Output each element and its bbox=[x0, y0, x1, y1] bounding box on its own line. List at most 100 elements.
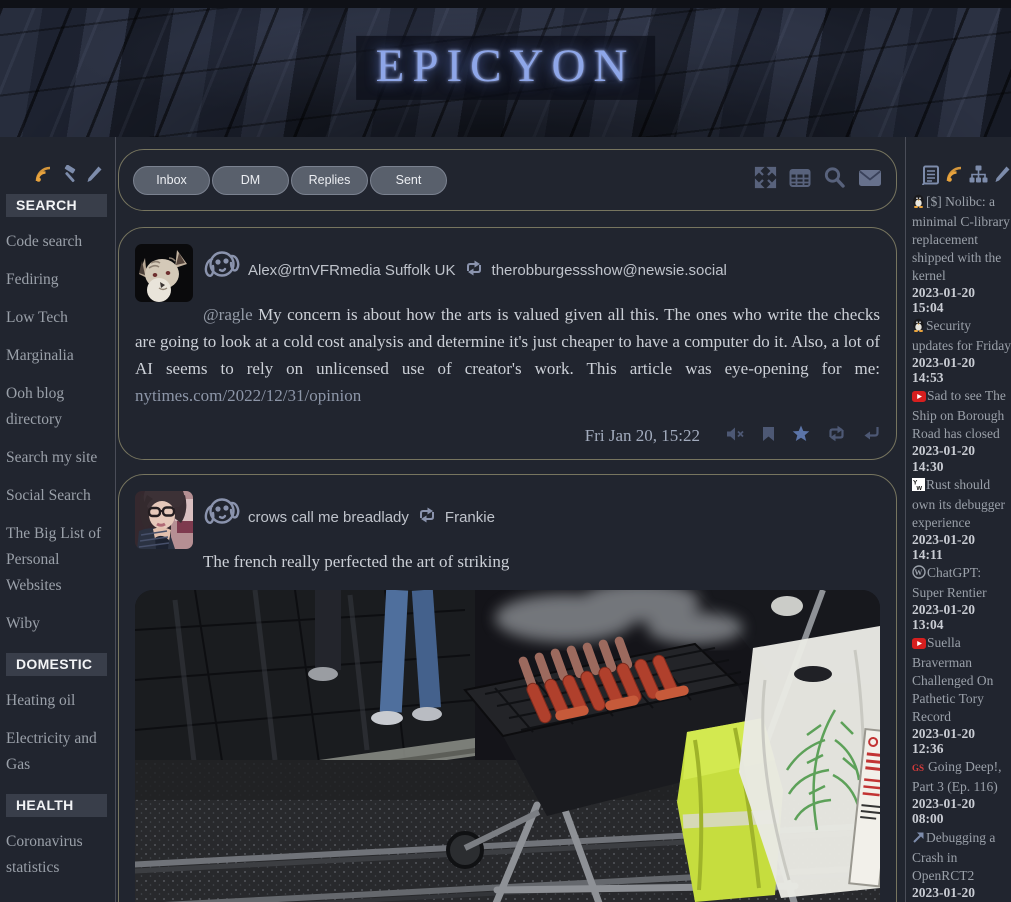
post-card: Alex@rtnVFRmedia Suffolk UK therobburges… bbox=[118, 227, 897, 460]
newswire-link[interactable]: Sad to see The Ship on Borough Road has … bbox=[912, 388, 1006, 441]
sidebar-link[interactable]: The Big List of Personal Websites bbox=[6, 521, 107, 599]
pen-icon[interactable] bbox=[85, 165, 103, 184]
newswire-item: YwRust should own its debugger experienc… bbox=[912, 476, 1011, 562]
sidebar-link[interactable]: Code search bbox=[6, 229, 107, 255]
search-icon[interactable] bbox=[823, 166, 846, 194]
tab-inbox[interactable]: Inbox bbox=[133, 166, 210, 195]
post-content: @ragle My concern is about how the arts … bbox=[135, 302, 880, 409]
sidebar-link[interactable]: Search my site bbox=[6, 445, 107, 471]
newswire-link[interactable]: Rust should own its debugger experience bbox=[912, 477, 1005, 530]
youtube-icon bbox=[912, 636, 926, 654]
newswire-time: 12:36 bbox=[912, 741, 1011, 756]
newspaper-icon[interactable] bbox=[922, 165, 940, 185]
bookmark-icon[interactable] bbox=[761, 426, 776, 447]
tab-replies[interactable]: Replies bbox=[291, 166, 368, 195]
newswire-date: 2023-01-20 bbox=[912, 443, 1011, 458]
sidebar-link[interactable]: Fediring bbox=[6, 267, 107, 293]
sidebar-link[interactable]: Marginalia bbox=[6, 343, 107, 369]
newswire-link[interactable]: [$] Nolibc: a minimal C-library replacem… bbox=[912, 194, 1010, 283]
sidebar-link[interactable]: Social Search bbox=[6, 483, 107, 509]
right-sidebar-icons bbox=[912, 165, 1011, 185]
svg-text:GS: GS bbox=[912, 763, 924, 773]
post-timestamp: Fri Jan 20, 15:22 bbox=[585, 426, 700, 446]
newswire-item: WChatGPT: Super Rentier2023-01-2013:04 bbox=[912, 564, 1011, 632]
sidebar-section-header: DOMESTIC bbox=[6, 653, 107, 676]
newswire-date: 2023-01-20 bbox=[912, 726, 1011, 741]
timeline-header: InboxDMRepliesSent bbox=[118, 149, 897, 211]
tab-dm[interactable]: DM bbox=[212, 166, 289, 195]
calendar-icon[interactable] bbox=[789, 168, 811, 193]
newswire-time: 15:04 bbox=[912, 300, 1011, 315]
sidebar-link[interactable]: Ooh blog directory bbox=[6, 381, 107, 433]
person-dog-icon[interactable] bbox=[203, 494, 240, 541]
newswire-item: [$] Nolibc: a minimal C-library replacem… bbox=[912, 193, 1011, 315]
newswire-date: 2023-01-20 bbox=[912, 355, 1011, 370]
sidebar-section-header: HEALTH bbox=[6, 794, 107, 817]
avatar[interactable] bbox=[135, 491, 193, 549]
site-banner: EPICYON bbox=[0, 8, 1011, 137]
mute-icon[interactable] bbox=[726, 426, 745, 447]
post-author[interactable]: crows call me breadlady bbox=[248, 509, 409, 526]
newswire-link[interactable]: Security updates for Friday bbox=[912, 318, 1011, 353]
gs-favicon: GS bbox=[912, 760, 927, 778]
external-arrow-icon bbox=[912, 831, 925, 849]
mail-icon[interactable] bbox=[858, 169, 882, 192]
newswire-date: 2023-01-20 bbox=[912, 602, 1011, 617]
svg-text:W: W bbox=[914, 568, 922, 577]
left-sidebar: SEARCH Code search Fediring Low Tech Margina… bbox=[0, 137, 116, 902]
youtube-icon bbox=[912, 389, 926, 407]
tux-icon bbox=[912, 194, 925, 213]
right-sidebar: [$] Nolibc: a minimal C-library replacem… bbox=[905, 137, 1011, 902]
tab-sent[interactable]: Sent bbox=[370, 166, 447, 195]
reply-icon[interactable] bbox=[863, 426, 880, 447]
star-icon[interactable] bbox=[792, 425, 810, 447]
post-card: crows call me breadlady Frankie The fren… bbox=[118, 474, 897, 902]
timeline-header-icons bbox=[754, 166, 882, 194]
yw-favicon: Yw bbox=[912, 478, 925, 496]
person-dog-icon[interactable] bbox=[203, 247, 240, 294]
pen-icon[interactable] bbox=[993, 165, 1011, 185]
sidebar-sections: SEARCH Code search Fediring Low Tech Margina… bbox=[6, 194, 107, 881]
newswire-date: 2023-01-20 bbox=[912, 796, 1011, 811]
sidebar-link[interactable]: Heating oil bbox=[6, 688, 107, 714]
sidebar-link[interactable]: Wiby bbox=[6, 611, 107, 637]
newswire-time: 13:04 bbox=[912, 617, 1011, 632]
newswire-time: 08:00 bbox=[912, 811, 1011, 826]
post-boosted-author[interactable]: Frankie bbox=[445, 509, 495, 526]
mention-link[interactable]: @ragle bbox=[203, 305, 253, 324]
newswire-date: 2023-01-20 bbox=[912, 885, 1011, 900]
rss-icon[interactable] bbox=[34, 165, 53, 184]
hammer-icon[interactable] bbox=[59, 165, 79, 184]
timeline-tabs: InboxDMRepliesSent bbox=[133, 166, 447, 195]
post-external-link[interactable]: nytimes.com/2022/12/31/opinion bbox=[135, 386, 361, 405]
repeat-icon[interactable] bbox=[826, 425, 847, 447]
newswire-item: Sad to see The Ship on Borough Road has … bbox=[912, 387, 1011, 473]
sidebar-link[interactable]: Electricity and Gas bbox=[6, 726, 107, 778]
boost-icon bbox=[417, 507, 437, 528]
post-boosted-author[interactable]: therobburgessshow@newsie.social bbox=[492, 262, 727, 279]
sidebar-link[interactable]: Low Tech bbox=[6, 305, 107, 331]
newswire-item: Security updates for Friday 2023-01-2014:… bbox=[912, 317, 1011, 385]
newswire-item: Suella Braverman Challenged On Pathetic … bbox=[912, 634, 1011, 756]
boost-icon bbox=[464, 260, 484, 281]
newswire-date: 2023-01-20 bbox=[912, 532, 1011, 547]
avatar[interactable] bbox=[135, 244, 193, 302]
sidebar-link[interactable]: Coronavirus statistics bbox=[6, 829, 107, 881]
newswire-time: 14:53 bbox=[912, 370, 1011, 385]
post-author[interactable]: Alex@rtnVFRmedia Suffolk UK bbox=[248, 262, 456, 279]
rss-icon[interactable] bbox=[945, 165, 964, 185]
sidebar-section-header: SEARCH bbox=[6, 194, 107, 217]
post-image[interactable] bbox=[135, 590, 880, 902]
newswire-time: 14:11 bbox=[912, 547, 1011, 562]
post-body-text: The french really perfected the art of s… bbox=[203, 552, 509, 571]
expand-icon[interactable] bbox=[754, 166, 777, 194]
post-footer: Fri Jan 20, 15:22 bbox=[135, 425, 880, 447]
post-content: The french really perfected the art of s… bbox=[135, 549, 880, 576]
left-sidebar-icons bbox=[6, 165, 107, 184]
svg-text:w: w bbox=[916, 485, 923, 491]
site-title: EPICYON bbox=[356, 35, 656, 99]
tux-icon bbox=[912, 318, 925, 337]
sitemap-icon[interactable] bbox=[969, 165, 988, 185]
newswire-item: GSGoing Deep!, Part 3 (Ep. 116)2023-01-2… bbox=[912, 758, 1011, 826]
top-strip bbox=[0, 0, 1011, 8]
